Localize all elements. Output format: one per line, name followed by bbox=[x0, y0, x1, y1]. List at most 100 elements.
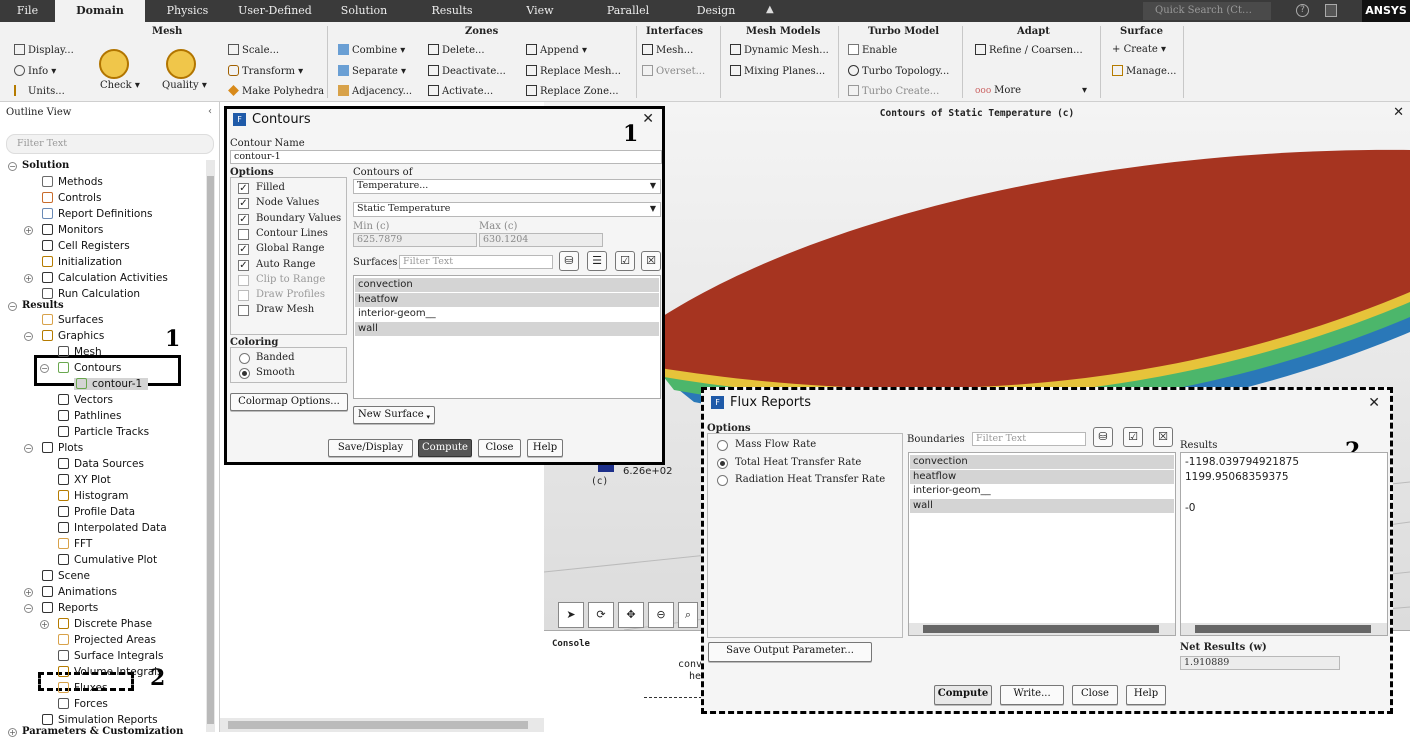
turbo-create-button[interactable]: Turbo Create... bbox=[848, 85, 939, 97]
check-button[interactable]: Check ▾ bbox=[100, 80, 140, 91]
list-item[interactable]: convection bbox=[355, 278, 659, 292]
menu-results[interactable]: Results bbox=[408, 0, 496, 22]
outline-item-results[interactable]: Results bbox=[22, 300, 64, 311]
deselect-all-icon[interactable]: ☒ bbox=[1153, 427, 1173, 447]
combine-button[interactable]: Combine ▾ bbox=[338, 44, 405, 56]
collapse-ribbon-icon[interactable]: ▲ bbox=[766, 4, 774, 15]
outline-item-vectors[interactable]: Vectors bbox=[58, 394, 113, 406]
scale-button[interactable]: Scale... bbox=[228, 44, 279, 56]
save-display-button[interactable]: Save/Display bbox=[328, 439, 413, 457]
close-button[interactable]: Close bbox=[1072, 685, 1118, 705]
zoom-box-icon[interactable]: ⌕ bbox=[678, 602, 698, 628]
outline-item-animations[interactable]: Animations bbox=[42, 586, 117, 598]
tree-expander-icon[interactable]: + bbox=[24, 588, 33, 597]
tree-expander-icon[interactable]: − bbox=[40, 364, 49, 373]
close-button[interactable]: Close bbox=[478, 439, 521, 457]
tree-expander-icon[interactable]: + bbox=[24, 226, 33, 235]
outline-item-fft[interactable]: FFT bbox=[58, 538, 92, 550]
outline-item-volume-integrals[interactable]: Volume Integrals bbox=[58, 666, 163, 678]
check-icon[interactable] bbox=[99, 49, 129, 79]
surface-list-icon[interactable]: ☰ bbox=[587, 251, 607, 271]
outline-item-monitors[interactable]: Monitors bbox=[42, 224, 103, 236]
info-button[interactable]: Info ▾ bbox=[14, 65, 56, 77]
surface-create-button[interactable]: + Create ▾ bbox=[1112, 44, 1166, 55]
surface-manage-button[interactable]: Manage... bbox=[1112, 65, 1176, 77]
turbo-enable-checkbox[interactable]: Enable bbox=[848, 44, 897, 56]
activate-button[interactable]: Activate... bbox=[428, 85, 493, 97]
outline-item-surface-integrals[interactable]: Surface Integrals bbox=[58, 650, 163, 662]
deselect-all-icon[interactable]: ☒ bbox=[641, 251, 661, 271]
smooth-radio[interactable] bbox=[239, 368, 250, 379]
outline-item-contour-1[interactable]: contour-1 bbox=[74, 378, 149, 390]
quality-button[interactable]: Quality ▾ bbox=[162, 80, 207, 91]
compute-button[interactable]: Compute bbox=[418, 439, 472, 457]
deactivate-button[interactable]: Deactivate... bbox=[428, 65, 506, 77]
zoom-icon[interactable]: ⊖ bbox=[648, 602, 674, 628]
outline-item-cumulative-plot[interactable]: Cumulative Plot bbox=[58, 554, 157, 566]
separate-button[interactable]: Separate ▾ bbox=[338, 65, 406, 77]
surfaces-filter-input[interactable]: Filter Text bbox=[399, 255, 553, 269]
mass-flow-rate-radio[interactable] bbox=[717, 440, 728, 451]
outline-item-interpolated-data[interactable]: Interpolated Data bbox=[58, 522, 167, 534]
option-checkbox[interactable] bbox=[238, 228, 249, 240]
surfaces-list[interactable]: convection heatfow interior-geom__ wall bbox=[353, 275, 661, 399]
tree-expander-icon[interactable]: − bbox=[24, 604, 33, 613]
option-checkbox[interactable]: ✓ bbox=[238, 198, 249, 210]
outline-item-methods[interactable]: Methods bbox=[42, 176, 103, 188]
outline-item-reports[interactable]: Reports bbox=[42, 602, 98, 614]
help-button[interactable]: Help bbox=[527, 439, 563, 457]
select-icon[interactable]: ➤ bbox=[558, 602, 584, 628]
outline-item-report-definitions[interactable]: Report Definitions bbox=[42, 208, 152, 220]
menu-view[interactable]: View bbox=[496, 0, 584, 22]
menu-file[interactable]: File bbox=[0, 0, 55, 22]
replace-mesh-button[interactable]: Replace Mesh... bbox=[526, 65, 621, 77]
outline-item-surfaces[interactable]: Surfaces bbox=[42, 314, 103, 326]
rotate-icon[interactable]: ⟳ bbox=[588, 602, 614, 628]
outline-item-plots[interactable]: Plots bbox=[42, 442, 83, 454]
display-button[interactable]: Display... bbox=[14, 44, 74, 56]
menu-design[interactable]: Design bbox=[672, 0, 760, 22]
new-surface-dropdown[interactable]: New Surface ▾ bbox=[353, 406, 435, 424]
help-icon[interactable]: ? bbox=[1296, 4, 1309, 17]
boundaries-filter-input[interactable]: Filter Text bbox=[972, 432, 1086, 446]
quality-icon[interactable] bbox=[166, 49, 196, 79]
list-item[interactable]: wall bbox=[910, 498, 1174, 513]
outline-item-pathlines[interactable]: Pathlines bbox=[58, 410, 122, 422]
close-icon[interactable]: ✕ bbox=[1368, 395, 1380, 411]
tree-expander-icon[interactable]: + bbox=[24, 274, 33, 283]
refine-coarsen-button[interactable]: Refine / Coarsen... bbox=[975, 44, 1083, 56]
option-checkbox[interactable]: ✓ bbox=[238, 259, 249, 271]
list-item[interactable]: convection bbox=[910, 455, 1174, 469]
outline-item-scene[interactable]: Scene bbox=[42, 570, 90, 582]
outline-item-cell-registers[interactable]: Cell Registers bbox=[42, 240, 130, 252]
mixing-planes-button[interactable]: Mixing Planes... bbox=[730, 65, 825, 77]
option-checkbox[interactable] bbox=[238, 274, 249, 286]
adapt-dropdown[interactable]: ▾ bbox=[1082, 85, 1087, 96]
turbo-topology-button[interactable]: Turbo Topology... bbox=[848, 65, 949, 77]
compute-button[interactable]: Compute bbox=[934, 685, 992, 705]
list-item[interactable]: interior-geom__ bbox=[355, 307, 659, 321]
tree-expander-icon[interactable]: + bbox=[8, 728, 17, 737]
save-output-parameter-button[interactable]: Save Output Parameter... bbox=[708, 642, 872, 662]
outline-item-solution[interactable]: Solution bbox=[22, 160, 69, 171]
append-button[interactable]: Append ▾ bbox=[526, 44, 587, 56]
contour-name-input[interactable]: contour-1 bbox=[230, 150, 662, 164]
select-boundaries-icon[interactable]: ⛁ bbox=[1093, 427, 1113, 447]
banded-radio[interactable] bbox=[239, 353, 250, 364]
outline-filter-input[interactable]: Filter Text bbox=[6, 134, 214, 154]
collapse-panel-icon[interactable]: ‹ bbox=[208, 106, 212, 117]
outline-item-mesh[interactable]: Mesh bbox=[58, 346, 102, 358]
units-button[interactable]: Units... bbox=[14, 85, 65, 97]
outline-item-histogram[interactable]: Histogram bbox=[58, 490, 128, 502]
outline-item-calculation-activities[interactable]: Calculation Activities bbox=[42, 272, 168, 284]
notes-icon[interactable] bbox=[1325, 4, 1337, 17]
menu-solution[interactable]: Solution bbox=[320, 0, 408, 22]
adapt-more-button[interactable]: ooo More bbox=[975, 85, 1021, 96]
outline-item-fluxes[interactable]: Fluxes bbox=[58, 682, 107, 694]
option-checkbox[interactable]: ✓ bbox=[238, 213, 249, 225]
results-hscroll[interactable] bbox=[1181, 623, 1387, 635]
option-checkbox[interactable]: ✓ bbox=[238, 244, 249, 256]
outline-item-profile-data[interactable]: Profile Data bbox=[58, 506, 135, 518]
quick-search-input[interactable]: Quick Search (Ct… bbox=[1143, 2, 1271, 20]
adjacency-button[interactable]: Adjacency... bbox=[338, 85, 412, 97]
